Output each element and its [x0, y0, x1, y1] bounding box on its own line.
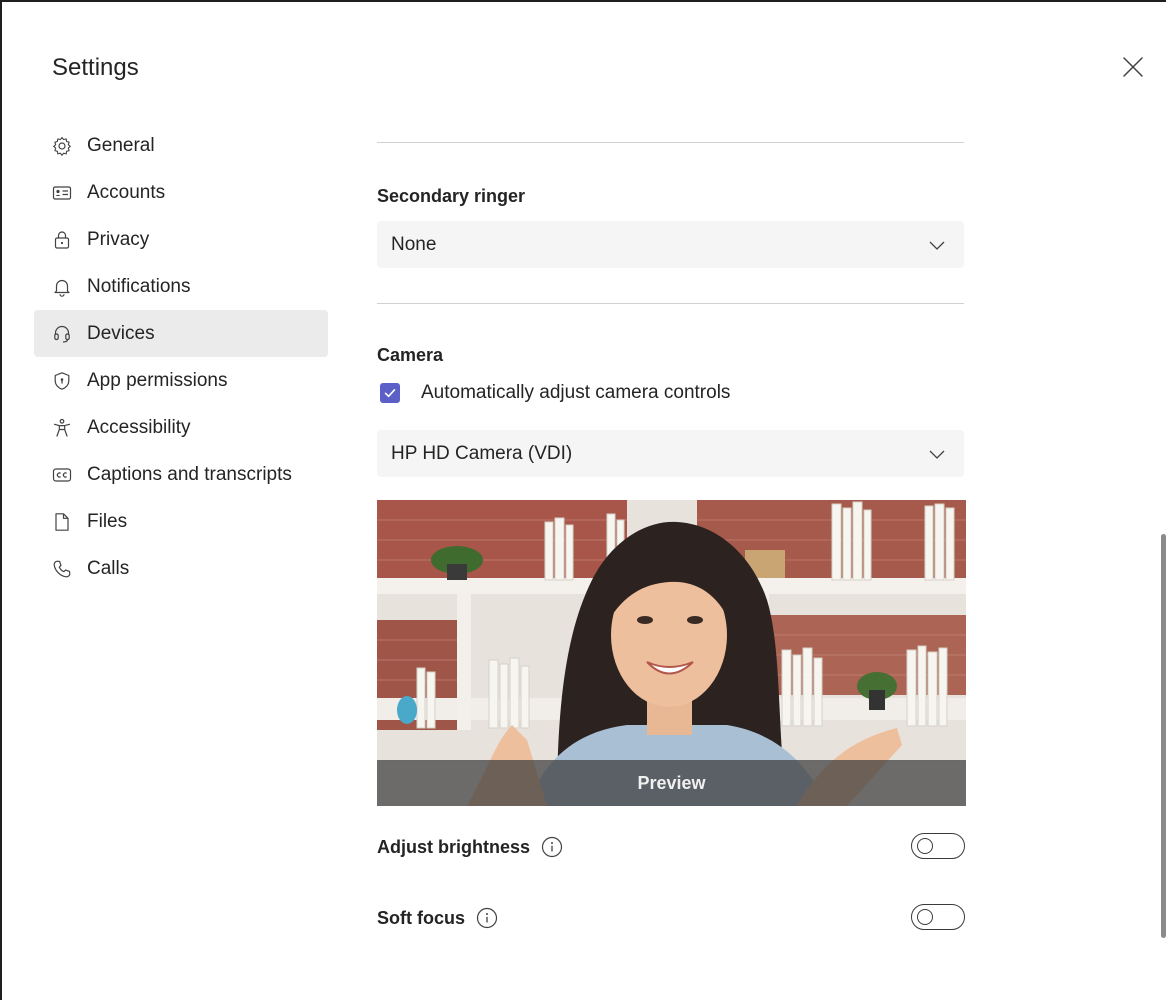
bell-icon: [52, 277, 72, 297]
close-button[interactable]: [1120, 54, 1146, 80]
nav-item-app-permissions[interactable]: App permissions: [34, 357, 328, 404]
preview-label: Preview: [377, 760, 966, 806]
nav-item-accounts[interactable]: Accounts: [34, 169, 328, 216]
nav-item-label: Calls: [87, 557, 130, 579]
nav-item-devices[interactable]: Devices: [34, 310, 328, 357]
divider: [377, 142, 964, 143]
nav-item-general[interactable]: General: [34, 122, 328, 169]
toggle-knob: [917, 909, 933, 925]
gear-icon: [52, 136, 72, 156]
headset-icon: [52, 324, 72, 344]
nav-item-notifications[interactable]: Notifications: [34, 263, 328, 310]
nav-item-files[interactable]: Files: [34, 498, 328, 545]
auto-adjust-camera-label: Automatically adjust camera controls: [421, 382, 731, 403]
nav-item-label: Notifications: [87, 275, 191, 297]
close-icon: [1123, 57, 1143, 77]
auto-adjust-camera-checkbox[interactable]: [380, 383, 400, 403]
scrollbar-thumb[interactable]: [1161, 534, 1166, 938]
soft-focus-label: Soft focus: [377, 907, 465, 928]
dialog-title: Settings: [52, 54, 139, 81]
nav-item-label: Files: [87, 510, 128, 532]
secondary-ringer-dropdown[interactable]: None: [377, 221, 964, 268]
info-icon[interactable]: [476, 907, 498, 929]
info-icon[interactable]: [541, 836, 563, 858]
file-icon: [52, 512, 72, 532]
phone-icon: [52, 559, 72, 579]
adjust-brightness-row: Adjust brightness: [377, 832, 965, 862]
secondary-ringer-value: None: [391, 233, 437, 255]
lock-icon: [52, 230, 72, 250]
divider: [377, 303, 964, 304]
adjust-brightness-label: Adjust brightness: [377, 836, 531, 857]
chevron-down-icon: [928, 445, 946, 463]
closed-captions-icon: [52, 465, 72, 485]
nav-item-label: Privacy: [87, 228, 150, 250]
camera-preview: Preview: [377, 500, 966, 806]
nav-item-label: Accounts: [87, 181, 166, 203]
nav-item-accessibility[interactable]: Accessibility: [34, 404, 328, 451]
toggle-knob: [917, 838, 933, 854]
nav-item-privacy[interactable]: Privacy: [34, 216, 328, 263]
soft-focus-row: Soft focus: [377, 903, 965, 933]
soft-focus-toggle[interactable]: [911, 904, 965, 930]
camera-heading: Camera: [377, 345, 444, 365]
camera-device-dropdown[interactable]: HP HD Camera (VDI): [377, 430, 964, 477]
auto-adjust-camera-row: Automatically adjust camera controls: [380, 382, 730, 404]
accessibility-icon: [52, 418, 72, 438]
camera-device-value: HP HD Camera (VDI): [391, 442, 573, 464]
nav-item-calls[interactable]: Calls: [34, 545, 328, 592]
nav-item-label: App permissions: [87, 369, 228, 391]
secondary-ringer-heading: Secondary ringer: [377, 186, 526, 206]
nav-item-label: Captions and transcripts: [87, 463, 292, 485]
settings-dialog: Settings General Accounts Privacy Notifi…: [0, 0, 1166, 1000]
nav-item-label: Accessibility: [87, 416, 191, 438]
checkmark-icon: [384, 389, 396, 398]
nav-item-label: General: [87, 134, 155, 156]
nav-item-captions-and-transcripts[interactable]: Captions and transcripts: [34, 451, 328, 498]
shield-icon: [52, 371, 72, 391]
nav-item-label: Devices: [87, 322, 155, 344]
chevron-down-icon: [928, 236, 946, 254]
adjust-brightness-toggle[interactable]: [911, 833, 965, 859]
id-card-icon: [52, 183, 72, 203]
settings-nav: General Accounts Privacy Notifications D…: [34, 122, 328, 592]
